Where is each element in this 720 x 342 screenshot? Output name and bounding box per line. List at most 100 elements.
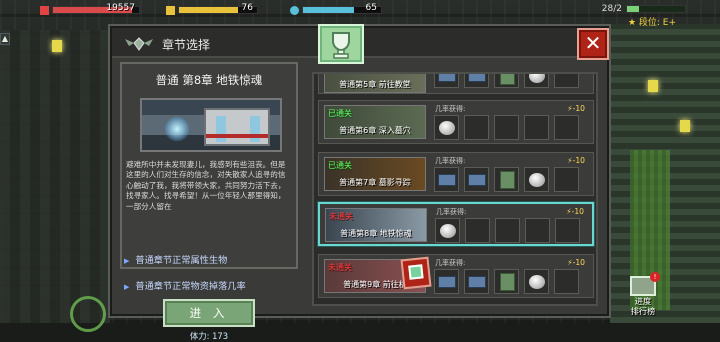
cleared-status: 已通关	[328, 109, 352, 118]
drop-slot[interactable]	[434, 167, 459, 192]
gold-bar: 76	[178, 3, 258, 14]
trophy-icon	[332, 32, 350, 59]
cleared-status: 已通关	[328, 161, 352, 170]
drop-slots	[434, 74, 579, 88]
link-drop-rate[interactable]: ▶ 普通章节正常物资掉落几率	[124, 278, 246, 292]
drop-slots	[435, 218, 580, 243]
heart-icon	[40, 5, 49, 15]
drop-slot[interactable]	[434, 115, 459, 140]
small-count: 28/2	[601, 4, 622, 14]
supply-item-icon	[500, 171, 515, 189]
chapter-caption: 普通第8章 地铁惊魂	[340, 229, 412, 238]
lit-window	[680, 120, 690, 132]
lit-window	[648, 80, 658, 92]
progress-leaderboard-button[interactable]: ! 进度 排行榜	[626, 272, 660, 316]
stamina-label: 体力: 173	[189, 331, 229, 341]
supply-item-icon	[500, 273, 515, 291]
panel-header: 章节选择 ✕	[112, 24, 609, 64]
subway-train	[204, 108, 270, 146]
gold-hud: 76	[166, 3, 258, 16]
chapter-image	[140, 98, 282, 152]
drop-slot[interactable]	[524, 74, 549, 88]
chapter-title: 普通 第8章 地铁惊魂	[155, 73, 263, 87]
drop-slot[interactable]	[524, 115, 549, 140]
lit-window	[52, 40, 62, 52]
drop-slot[interactable]	[464, 74, 489, 88]
drop-rate-label: 几率获得:	[435, 157, 466, 165]
energy-hud: 65	[290, 3, 382, 16]
vehicle-item-icon	[468, 174, 486, 186]
drop-slot[interactable]	[524, 269, 549, 294]
joystick-ring[interactable]	[70, 296, 106, 332]
health-hud: 19557	[40, 3, 140, 16]
chapter-thumbnail: 未通关 普通第8章 地铁惊魂	[325, 208, 427, 242]
train-door	[250, 116, 260, 142]
leaderboard-label-1: 进度	[634, 296, 652, 306]
energy-cost-value: -10	[572, 104, 585, 113]
chapter-thumbnail: 已通关 普通第6章 深入墓穴	[324, 105, 426, 139]
drop-slot[interactable]	[434, 269, 459, 294]
drop-slot[interactable]	[464, 115, 489, 140]
vehicle-item-icon	[438, 276, 456, 288]
badge-inner	[408, 264, 424, 280]
drop-slot[interactable]	[464, 269, 489, 294]
health-value: 19557	[106, 3, 135, 13]
coin-item-icon	[440, 224, 456, 238]
chapter-row[interactable]: 未通关 普通第9章 前往机 几率获得: ⚡-10	[318, 254, 594, 298]
drop-slot[interactable]	[494, 167, 519, 192]
small-bar-fill	[627, 6, 639, 12]
drop-slot[interactable]	[554, 167, 579, 192]
drop-slot[interactable]	[495, 218, 520, 243]
drop-slot[interactable]	[434, 74, 459, 88]
gold-bar-fill	[179, 7, 239, 13]
drop-slot[interactable]	[554, 115, 579, 140]
energy-cost-value: -10	[572, 258, 585, 267]
coin-item-icon	[529, 275, 545, 289]
drop-slot[interactable]	[494, 269, 519, 294]
drop-slot[interactable]	[435, 218, 460, 243]
side-toggle-button[interactable]: ▲	[0, 33, 10, 45]
vehicle-item-icon	[468, 74, 486, 82]
chapter-thumbnail: 已通关 普通第7章 墓影寻踪	[324, 157, 426, 191]
drop-slots	[434, 269, 579, 294]
coin-item-icon	[439, 121, 455, 135]
chapter-row[interactable]: 已通关 普通第7章 墓影寻踪 几率获得: ⚡-10	[318, 152, 594, 196]
top-right-hud: 28/2	[602, 4, 686, 14]
cleared-status: 未通关	[328, 263, 352, 272]
health-bar: 19557	[52, 3, 140, 14]
drop-slot[interactable]	[555, 218, 580, 243]
notification-badge: !	[650, 272, 660, 282]
drop-slot[interactable]	[524, 167, 549, 192]
panel-title: 章节选择	[162, 38, 211, 52]
drop-rate-label: 几率获得:	[435, 259, 466, 267]
drop-slot[interactable]	[465, 218, 490, 243]
close-button[interactable]: ✕	[577, 28, 609, 60]
drop-slot[interactable]	[494, 74, 519, 88]
chapter-row[interactable]: 未通关 普通第8章 地铁惊魂 几率获得: ⚡-10	[318, 202, 594, 246]
coin-icon	[166, 5, 175, 15]
drop-slots	[434, 115, 579, 140]
background-building-left	[0, 30, 110, 323]
vehicle-item-icon	[468, 276, 486, 288]
chapter-detail: 普通 第8章 地铁惊魂 避难所中并未发现妻儿，我感到有些沮丧。但是这里的人们对生…	[120, 62, 298, 341]
drop-slot[interactable]	[554, 74, 579, 88]
link-creature-attributes[interactable]: ▶ 普通章节正常属性生物	[124, 252, 227, 266]
coin-item-icon	[529, 173, 545, 187]
chapter-row[interactable]: 已通关 普通第6章 深入墓穴 几率获得: ⚡-10	[318, 100, 594, 144]
train-stripe	[206, 134, 268, 138]
drop-slot[interactable]	[494, 115, 519, 140]
drop-rate-label: 几率获得:	[436, 208, 467, 216]
tab-chapter-normal[interactable]	[318, 24, 364, 64]
small-bar	[626, 5, 686, 13]
drop-slot[interactable]	[464, 167, 489, 192]
drop-slot[interactable]	[554, 269, 579, 294]
drop-rate-label: 几率获得:	[435, 105, 466, 113]
vehicle-item-icon	[438, 74, 456, 82]
chapter-select-panel: 章节选择 ✕ 普通 第8章 地铁惊魂 避难所中并未发现妻儿，我感到有些沮丧。但是…	[108, 24, 611, 341]
arrow-right-icon: ▶	[124, 257, 130, 265]
energy-cost: ⚡-10	[567, 258, 585, 267]
chapter-list[interactable]: 普通第5章 前往教堂 已通关 普通第6章 深入墓穴 几率获得: ⚡-10 已通关 普通第7章…	[312, 72, 598, 306]
link-drop-label: 普通章节正常物资掉落几率	[135, 281, 246, 292]
chapter-row[interactable]: 普通第5章 前往教堂	[318, 74, 594, 94]
drop-slot[interactable]	[525, 218, 550, 243]
